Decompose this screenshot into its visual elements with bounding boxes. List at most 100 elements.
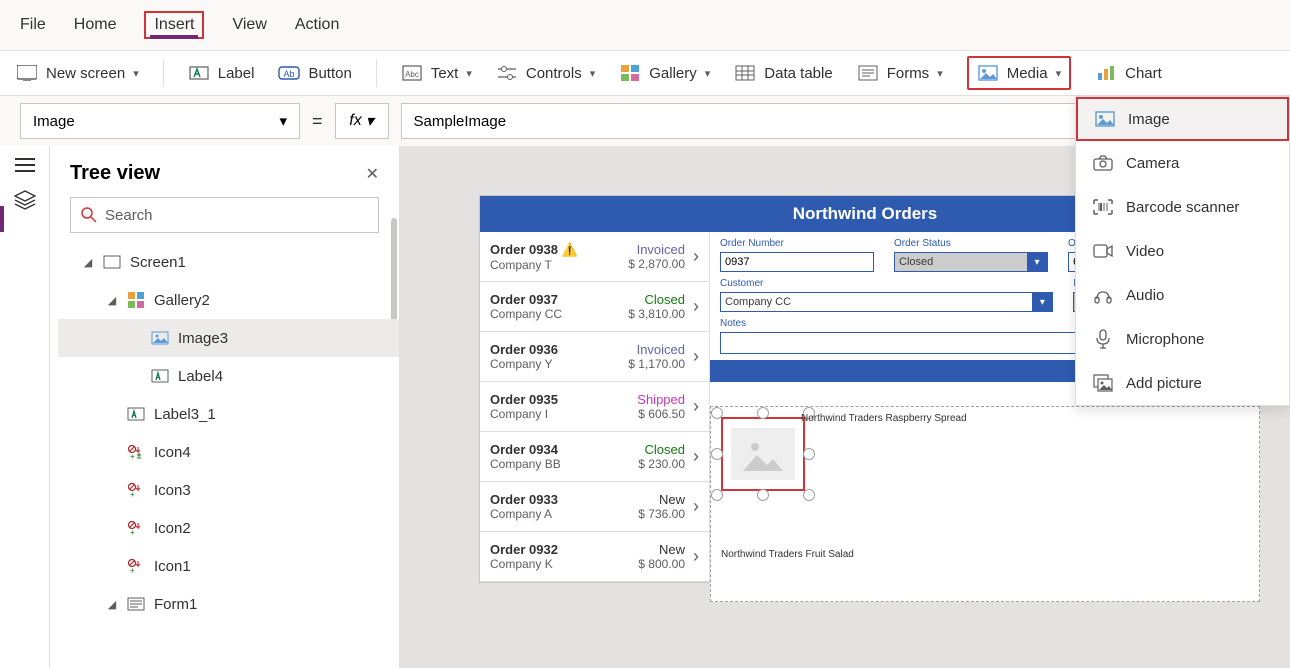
chevron-down-icon: ▾ [1027, 253, 1047, 271]
media-menu-barcode-label: Barcode scanner [1126, 199, 1239, 216]
chevron-down-icon: ▾ [937, 67, 943, 80]
button-button-label: Button [308, 65, 351, 82]
media-menu-camera-label: Camera [1126, 155, 1179, 172]
new-screen-button[interactable]: New screen ▾ [16, 62, 139, 84]
button-button[interactable]: Ab Button [278, 62, 351, 84]
hamburger-icon[interactable] [15, 158, 35, 172]
image-icon [150, 328, 170, 348]
media-menu-microphone[interactable]: Microphone [1076, 317, 1289, 361]
fx-label: fx [349, 112, 361, 130]
order-gallery-row[interactable]: Order 0937Company CCClosed$ 3,810.00› [480, 282, 709, 332]
products-gallery[interactable]: Northwind Traders Raspberry Spread North… [710, 406, 1260, 602]
chevron-right-icon[interactable]: › [685, 396, 699, 417]
fx-button[interactable]: fx ▾ [335, 103, 389, 139]
forms-dropdown[interactable]: Forms ▾ [857, 62, 943, 84]
text-dropdown[interactable]: Abc Text ▾ [401, 62, 472, 84]
tree-node-icon3[interactable]: +Icon3 [58, 471, 399, 509]
tree-search-input[interactable]: Search [70, 197, 379, 233]
product-name-2: Northwind Traders Fruit Salad [721, 549, 854, 560]
chevron-right-icon[interactable]: › [685, 346, 699, 367]
order-gallery-row[interactable]: Order 0936Company YInvoiced$ 1,170.00› [480, 332, 709, 382]
gallery-dropdown[interactable]: Gallery ▾ [619, 62, 710, 84]
tree-node-label3-1[interactable]: Label3_1 [58, 395, 399, 433]
property-selector[interactable]: Image ▾ [20, 103, 300, 139]
menu-view[interactable]: View [232, 12, 266, 38]
media-menu-video[interactable]: Video [1076, 229, 1289, 273]
order-amount: $ 736.00 [638, 507, 685, 521]
chevron-right-icon[interactable]: › [685, 246, 699, 267]
media-menu-audio[interactable]: Audio [1076, 273, 1289, 317]
controls-dropdown[interactable]: Controls ▾ [496, 62, 595, 84]
tree-node-label: Label4 [178, 368, 223, 385]
order-gallery-row[interactable]: Order 0933Company ANew$ 736.00› [480, 482, 709, 532]
tree-node-label: Image3 [178, 330, 228, 347]
svg-text:Abc: Abc [405, 70, 419, 79]
svg-text:Ab: Ab [284, 69, 295, 79]
order-status-select[interactable]: Closed▾ [894, 252, 1048, 272]
menu-insert[interactable]: Insert [144, 11, 204, 39]
new-screen-label: New screen [46, 65, 125, 82]
text-icon: Abc [401, 62, 423, 84]
tree-node-gallery2[interactable]: ◢Gallery2 [58, 281, 399, 319]
media-menu-barcode[interactable]: Barcode scanner [1076, 185, 1289, 229]
order-gallery-row[interactable]: Order 0934Company BBClosed$ 230.00› [480, 432, 709, 482]
data-table-button[interactable]: Data table [734, 62, 832, 84]
order-amount: $ 1,170.00 [628, 357, 685, 371]
orders-gallery[interactable]: Order 0938 ⚠️Company TInvoiced$ 2,870.00… [480, 232, 710, 582]
media-menu-add-picture[interactable]: Add picture [1076, 361, 1289, 405]
tree-node-label: Form1 [154, 596, 197, 613]
label-icon [188, 62, 210, 84]
equals-sign: = [312, 111, 323, 132]
order-gallery-row[interactable]: Order 0938 ⚠️Company TInvoiced$ 2,870.00… [480, 232, 709, 282]
chevron-right-icon[interactable]: › [685, 496, 699, 517]
form-icon [126, 594, 146, 614]
chevron-down-icon: ▾ [466, 67, 472, 80]
gallery-dropdown-label: Gallery [649, 65, 697, 82]
icon-control-icon: + [126, 480, 146, 500]
tree-node-image3[interactable]: Image3 [58, 319, 399, 357]
order-number-input[interactable] [720, 252, 874, 272]
chevron-right-icon[interactable]: › [685, 446, 699, 467]
media-menu-camera[interactable]: Camera [1076, 141, 1289, 185]
gallery-icon [126, 290, 146, 310]
tree-node-icon2[interactable]: +Icon2 [58, 509, 399, 547]
order-gallery-row[interactable]: Order 0935Company IShipped$ 606.50› [480, 382, 709, 432]
tree-view-title: Tree view [70, 162, 160, 185]
chevron-right-icon[interactable]: › [685, 546, 699, 567]
close-icon[interactable]: ✕ [366, 164, 379, 184]
label-button[interactable]: Label [188, 62, 255, 84]
media-dropdown-button[interactable]: Media ▾ [967, 56, 1071, 90]
tree-node-label4[interactable]: Label4 [58, 357, 399, 395]
property-selector-value: Image [33, 113, 75, 130]
customer-select[interactable]: Company CC▾ [720, 292, 1053, 312]
tree-view-rail-button[interactable] [14, 190, 36, 210]
image-icon [1094, 108, 1116, 130]
icon-control-icon: + [126, 442, 146, 462]
order-company: Company I [490, 407, 637, 421]
media-menu-video-label: Video [1126, 243, 1164, 260]
chevron-down-icon: ▾ [590, 67, 596, 80]
svg-text:+: + [130, 452, 135, 460]
tree-node-icon1[interactable]: +Icon1 [58, 547, 399, 585]
tree-node-icon4[interactable]: +Icon4 [58, 433, 399, 471]
media-icon [977, 62, 999, 84]
menu-action[interactable]: Action [295, 12, 339, 38]
order-gallery-row[interactable]: Order 0932Company KNew$ 800.00› [480, 532, 709, 582]
media-menu-audio-label: Audio [1126, 287, 1164, 304]
media-menu-image[interactable]: Image [1076, 97, 1289, 141]
controls-icon [496, 62, 518, 84]
order-status: New [638, 492, 685, 507]
button-icon: Ab [278, 62, 300, 84]
menu-home[interactable]: Home [74, 12, 117, 38]
selected-image-control[interactable] [721, 417, 805, 491]
tree-node-form1[interactable]: ◢Form1 [58, 585, 399, 623]
customer-label: Customer [720, 278, 1053, 289]
data-table-label: Data table [764, 65, 832, 82]
chart-dropdown[interactable]: Chart [1095, 62, 1162, 84]
tree-node-label: Label3_1 [154, 406, 216, 423]
chevron-down-icon: ▾ [366, 111, 374, 131]
menu-file[interactable]: File [20, 12, 46, 38]
label-button-label: Label [218, 65, 255, 82]
tree-node-screen1[interactable]: ◢Screen1 [58, 243, 399, 281]
chevron-right-icon[interactable]: › [685, 296, 699, 317]
